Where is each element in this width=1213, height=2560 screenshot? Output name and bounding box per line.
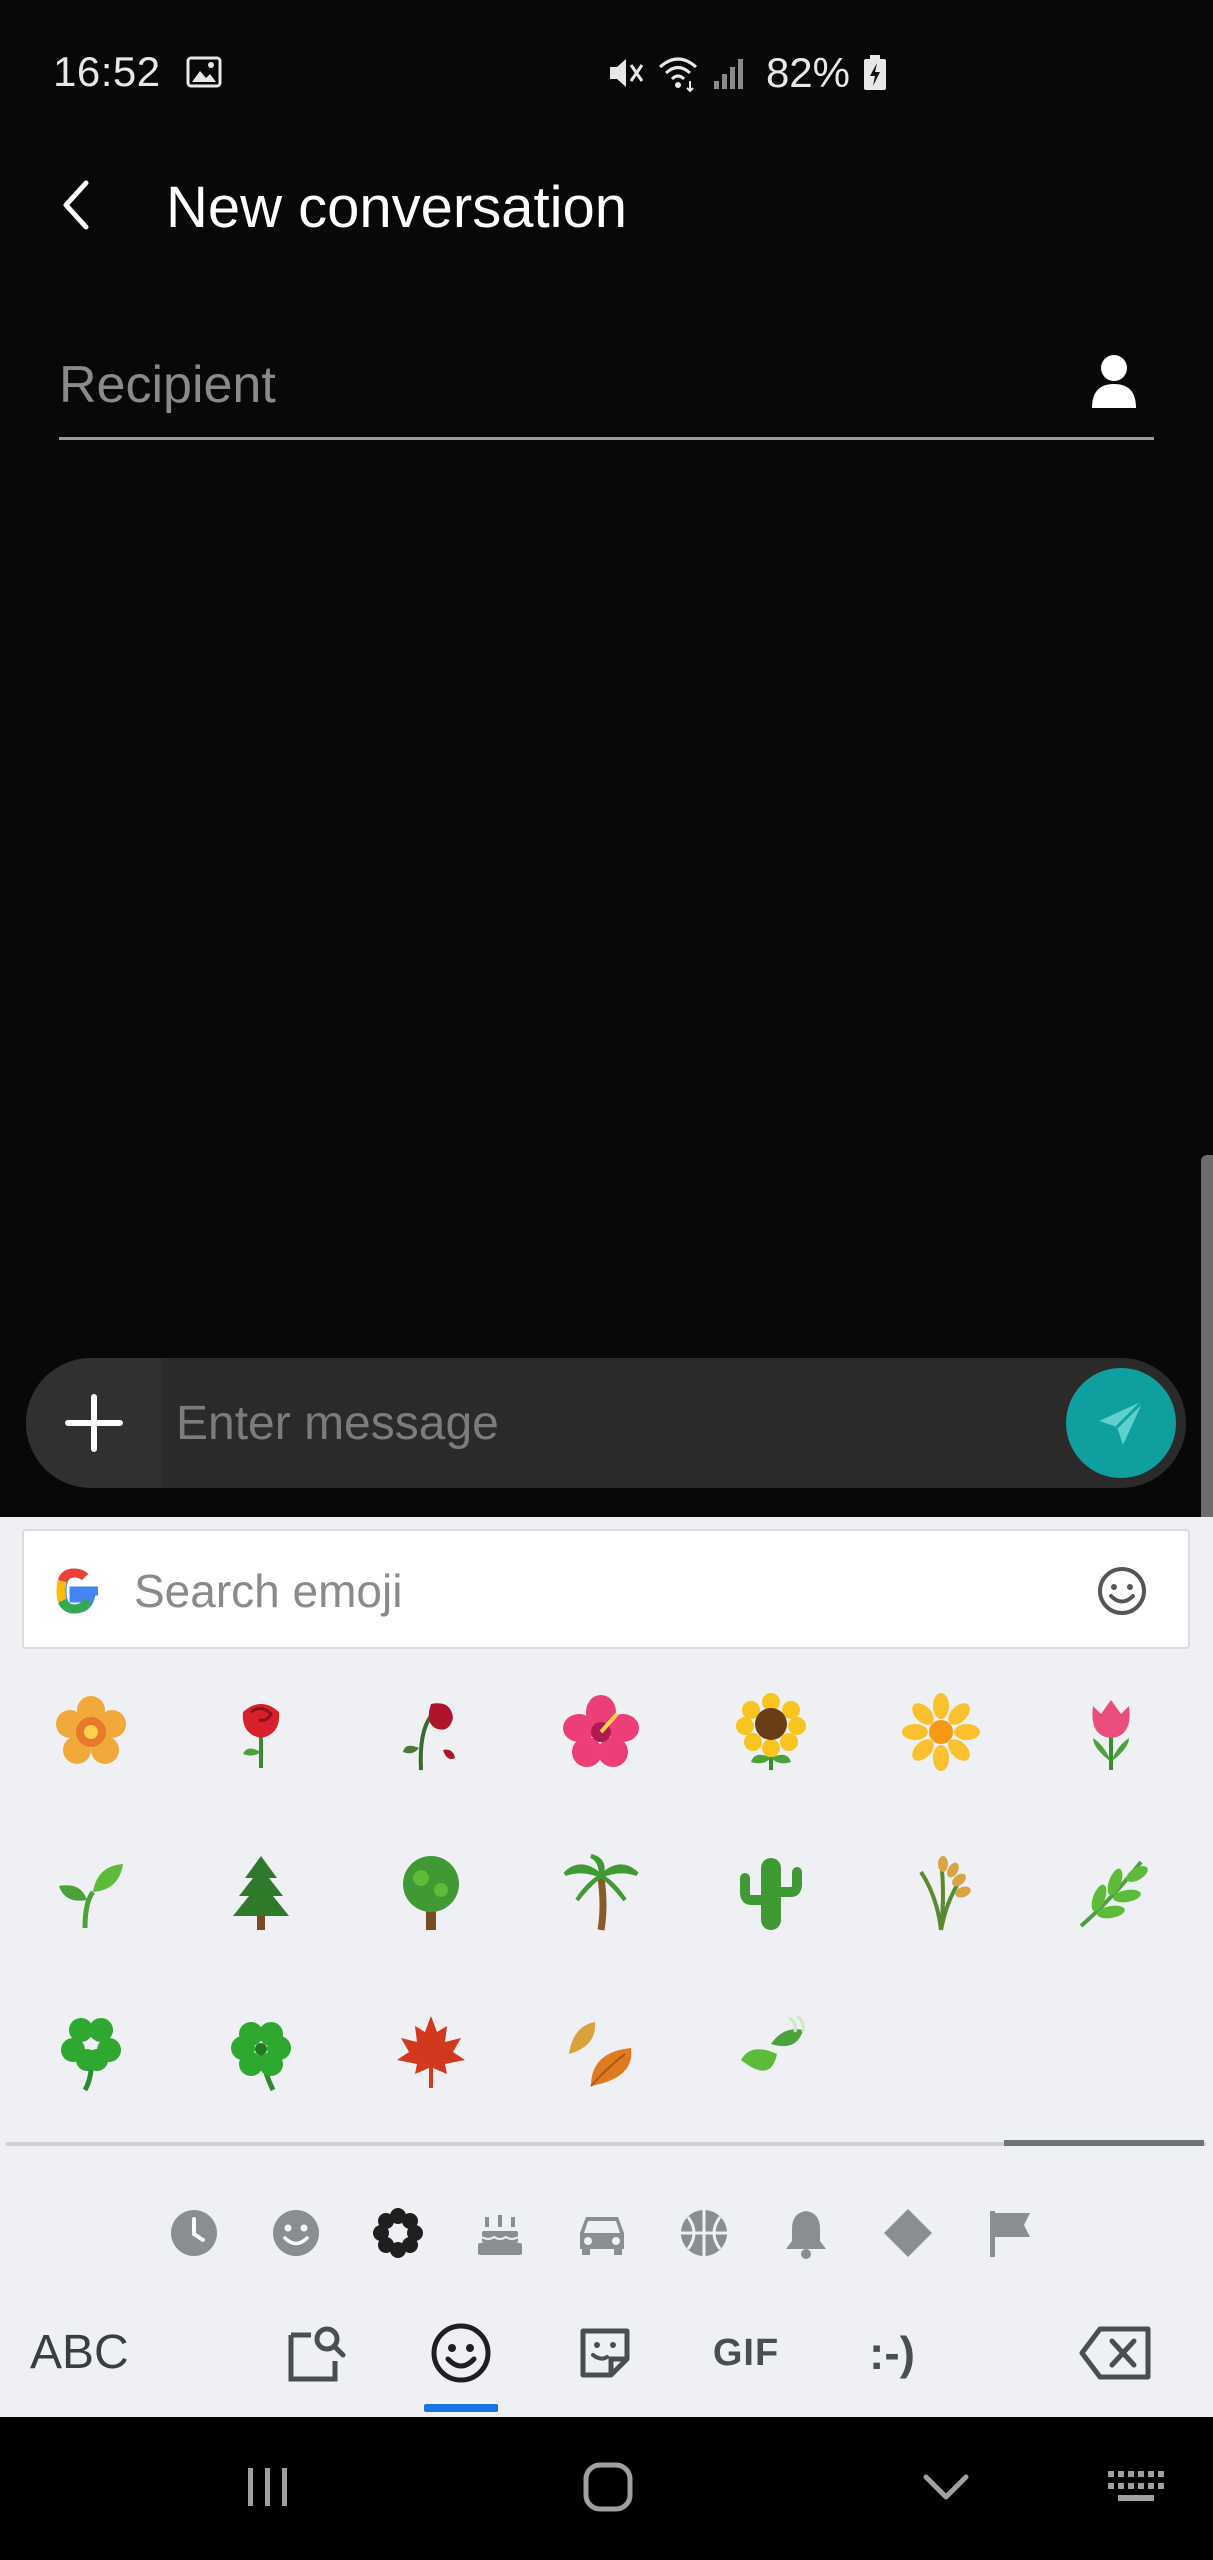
- send-icon: [1099, 1399, 1145, 1445]
- symbols-icon[interactable]: [880, 2205, 936, 2261]
- google-logo-icon: [56, 1568, 98, 1614]
- back-button[interactable]: [44, 170, 108, 240]
- emoji-shamrock[interactable]: [36, 1997, 146, 2107]
- attach-button[interactable]: [26, 1358, 162, 1488]
- emoji-four-leaf-clover[interactable]: [206, 1997, 316, 2107]
- recipient-input[interactable]: [59, 350, 959, 420]
- home-icon: [583, 2462, 633, 2512]
- sticker-search-icon: [288, 2326, 346, 2382]
- objects-icon[interactable]: [778, 2205, 834, 2261]
- emoji-search-input[interactable]: [134, 1556, 1034, 1626]
- emoji-hibiscus[interactable]: [546, 1677, 656, 1787]
- navigation-bar: [0, 2417, 1213, 2560]
- emoji-tulip[interactable]: [1056, 1677, 1166, 1787]
- activities-icon[interactable]: [676, 2205, 732, 2261]
- recent-icon[interactable]: [166, 2205, 222, 2261]
- backspace-icon: [1079, 2326, 1151, 2380]
- sticker-icon: [580, 2328, 630, 2378]
- emoji-keyboard: ABC GIF :-): [0, 1517, 1213, 2417]
- hide-keyboard-icon: [923, 2474, 969, 2500]
- sticker-key[interactable]: [572, 2315, 638, 2391]
- person-icon: [1092, 355, 1136, 408]
- mute-icon: [609, 59, 644, 87]
- app-header: New conversation: [0, 150, 1213, 270]
- back-arrow-icon: [63, 180, 89, 230]
- message-input[interactable]: [176, 1388, 1056, 1458]
- emoji-scroll-thumb[interactable]: [1004, 2140, 1204, 2146]
- emoji-deciduous-tree[interactable]: [376, 1837, 486, 1947]
- smileys-icon[interactable]: [268, 2205, 324, 2261]
- home-button[interactable]: [568, 2447, 648, 2527]
- keyboard-bottom-row: ABC GIF :-): [0, 2287, 1213, 2417]
- emoji-search-face-button[interactable]: [1094, 1563, 1150, 1619]
- emoji-grid: [0, 1677, 1213, 2147]
- emoji-wilted-flower[interactable]: [376, 1677, 486, 1787]
- contacts-button[interactable]: [1084, 346, 1144, 416]
- status-bar: 16:52 82%: [0, 0, 1213, 150]
- emoji-search-bar: [22, 1529, 1190, 1649]
- smiley-icon: [1098, 1567, 1146, 1615]
- recipient-row: [59, 330, 1154, 440]
- emoji-maple-leaf[interactable]: [376, 1997, 486, 2107]
- plus-icon: [65, 1394, 123, 1452]
- status-time: 16:52: [53, 48, 161, 95]
- emoji-tab[interactable]: [424, 2315, 498, 2391]
- active-tab-indicator: [424, 2404, 498, 2412]
- travel-icon[interactable]: [574, 2205, 630, 2261]
- battery-percent: 82%: [765, 49, 850, 96]
- backspace-key[interactable]: [1076, 2315, 1156, 2391]
- emoji-rosette[interactable]: [36, 1677, 146, 1787]
- emoticon-key[interactable]: :-): [852, 2315, 932, 2391]
- hide-keyboard-button[interactable]: [906, 2447, 986, 2527]
- emoji-fallen-leaf[interactable]: [546, 1997, 656, 2107]
- battery-charging-icon: [864, 55, 886, 90]
- gif-key[interactable]: GIF: [706, 2315, 786, 2391]
- recents-icon: [248, 2468, 287, 2506]
- keyboard-switch-icon: [1108, 2471, 1164, 2501]
- emoji-sheaf-of-rice[interactable]: [886, 1837, 996, 1947]
- emoji-leaf-fluttering[interactable]: [716, 1997, 826, 2107]
- page-title: New conversation: [166, 175, 627, 240]
- keyboard-switch-button[interactable]: [1096, 2447, 1176, 2527]
- wifi-icon: [658, 57, 697, 93]
- emoji-tab-icon: [431, 2323, 491, 2383]
- emoji-rose[interactable]: [206, 1677, 316, 1787]
- flags-icon[interactable]: [982, 2205, 1038, 2261]
- message-composer: [26, 1358, 1186, 1488]
- recents-button[interactable]: [228, 2447, 308, 2527]
- emoji-category-bar: [0, 2177, 1213, 2287]
- sticker-search-key[interactable]: [282, 2315, 352, 2391]
- food-icon[interactable]: [472, 2205, 528, 2261]
- abc-key[interactable]: ABC: [30, 2317, 170, 2387]
- emoji-seedling[interactable]: [36, 1837, 146, 1947]
- nature-icon[interactable]: [370, 2205, 426, 2261]
- emoji-evergreen-tree[interactable]: [206, 1837, 316, 1947]
- signal-icon: [713, 59, 743, 89]
- emoji-cactus[interactable]: [716, 1837, 826, 1947]
- emoticon-label: :-): [869, 2327, 915, 2379]
- gif-label: GIF: [712, 2331, 780, 2374]
- emoji-sunflower[interactable]: [716, 1677, 826, 1787]
- image-notification-icon: [186, 56, 222, 88]
- send-button[interactable]: [1066, 1368, 1176, 1478]
- emoji-blossom[interactable]: [886, 1677, 996, 1787]
- emoji-herb[interactable]: [1056, 1837, 1166, 1947]
- emoji-palm-tree[interactable]: [546, 1837, 656, 1947]
